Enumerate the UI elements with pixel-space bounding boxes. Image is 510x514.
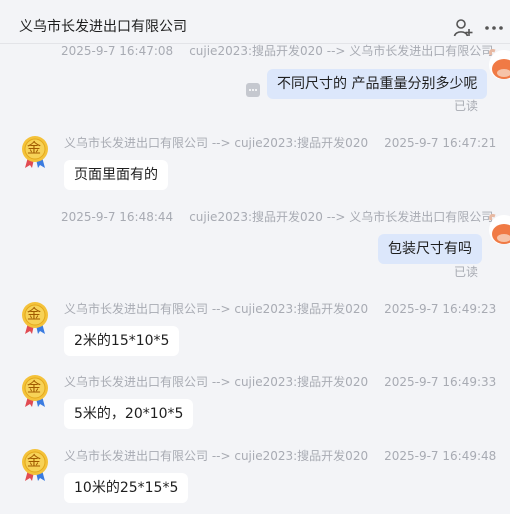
chat-title: 义乌市长发进出口有限公司 xyxy=(19,19,187,35)
message-meta: 义乌市长发进出口有限公司 --> cujie2023:搜品开发020 2025-9… xyxy=(64,374,496,390)
cow-avatar-icon[interactable] xyxy=(487,45,510,79)
message-route: 义乌市长发进出口有限公司 --> cujie2023:搜品开发020 xyxy=(64,302,369,316)
message-bubble: 2米的15*10*5 xyxy=(64,326,180,356)
read-status: 已读 xyxy=(454,265,479,279)
read-status: 已读 xyxy=(454,99,479,113)
message-bubble: 不同尺寸的 产品重量分别多少呢 xyxy=(267,69,488,99)
gold-badge-avatar-icon[interactable]: 金 xyxy=(21,301,49,335)
message-route: 义乌市长发进出口有限公司 --> cujie2023:搜品开发020 xyxy=(64,449,369,463)
message-route: cujie2023:搜品开发020 --> 义乌市长发进出口有限公司 xyxy=(189,210,494,224)
message-bubble: 10米的25*15*5 xyxy=(64,473,189,503)
chat-icon[interactable] xyxy=(246,82,260,97)
message-route: 义乌市长发进出口有限公司 --> cujie2023:搜品开发020 xyxy=(64,136,369,150)
message-bubble: 包装尺寸有吗 xyxy=(378,234,482,264)
chat-header: 义乌市长发进出口有限公司 xyxy=(0,0,510,44)
gold-badge-avatar-icon[interactable]: 金 xyxy=(21,374,49,408)
gold-badge-avatar-icon[interactable]: 金 xyxy=(21,135,49,169)
message-meta: 义乌市长发进出口有限公司 --> cujie2023:搜品开发020 2025-9… xyxy=(64,301,496,317)
gold-badge-char: 金 xyxy=(27,307,41,323)
gold-badge-char: 金 xyxy=(27,141,41,157)
gold-badge-char: 金 xyxy=(27,454,41,470)
message-timestamp: 2025-9-7 16:48:44 xyxy=(61,210,174,224)
add-person-icon[interactable] xyxy=(453,18,473,38)
gold-badge-char: 金 xyxy=(27,380,41,396)
message-timestamp: 2025-9-7 16:49:33 xyxy=(384,375,497,389)
message-bubble: 页面里面有的 xyxy=(64,160,168,190)
message-timestamp: 2025-9-7 16:49:48 xyxy=(384,449,497,463)
gold-badge-avatar-icon[interactable]: 金 xyxy=(21,448,49,482)
message-route: 义乌市长发进出口有限公司 --> cujie2023:搜品开发020 xyxy=(64,375,369,389)
message-route: cujie2023:搜品开发020 --> 义乌市长发进出口有限公司 xyxy=(189,44,494,58)
cow-avatar-icon[interactable] xyxy=(487,210,510,244)
message-meta: 2025-9-7 16:48:44 cujie2023:搜品开发020 --> 义… xyxy=(61,209,493,225)
message-bubble: 5米的，20*10*5 xyxy=(64,399,194,429)
message-meta: 2025-9-7 16:47:08 cujie2023:搜品开发020 --> 义… xyxy=(61,43,493,59)
message-timestamp: 2025-9-7 16:47:21 xyxy=(384,136,497,150)
message-timestamp: 2025-9-7 16:47:08 xyxy=(61,44,174,58)
message-meta: 义乌市长发进出口有限公司 --> cujie2023:搜品开发020 2025-9… xyxy=(64,448,496,464)
message-timestamp: 2025-9-7 16:49:23 xyxy=(384,302,497,316)
more-icon[interactable] xyxy=(484,18,504,38)
message-meta: 义乌市长发进出口有限公司 --> cujie2023:搜品开发020 2025-9… xyxy=(64,135,496,151)
